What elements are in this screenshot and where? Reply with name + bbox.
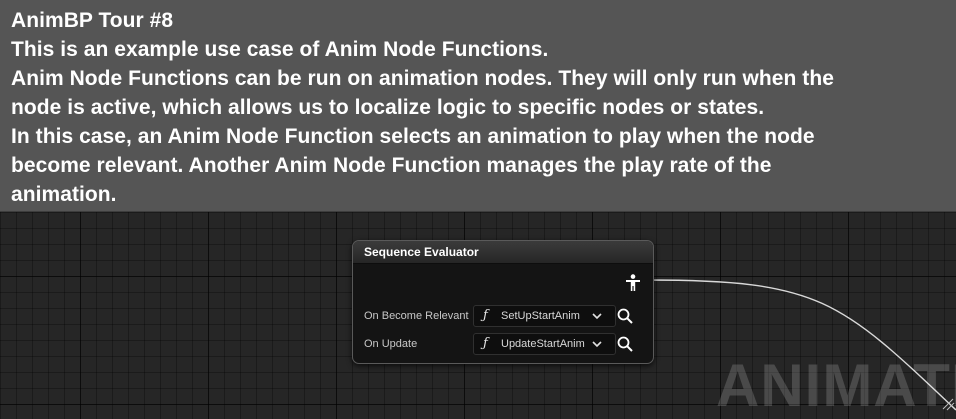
on-become-relevant-row: On Become Relevant ƒ SetUpStartAnim — [353, 305, 653, 329]
search-icon[interactable] — [616, 307, 634, 325]
on-update-label: On Update — [364, 338, 418, 350]
chevron-down-icon[interactable] — [591, 310, 603, 322]
comment-line: node is active, which allows us to local… — [11, 96, 765, 119]
comment-title: AnimBP Tour #8 — [11, 9, 174, 32]
comment-line: Anim Node Functions can be run on animat… — [11, 67, 834, 90]
comment-line: animation. — [11, 183, 117, 206]
function-name: UpdateStartAnim — [501, 338, 585, 350]
sequence-evaluator-node[interactable]: Sequence Evaluator On Become Relevant ƒ … — [352, 240, 654, 364]
node-title[interactable]: Sequence Evaluator — [353, 241, 653, 264]
comment-box[interactable]: AnimBP Tour #8 This is an example use ca… — [0, 0, 956, 212]
function-icon: ƒ — [483, 336, 488, 351]
function-icon: ƒ — [483, 308, 488, 323]
person-pose-icon[interactable] — [625, 274, 641, 292]
comment-line: This is an example use case of Anim Node… — [11, 38, 549, 61]
comment-line: become relevant. Another Anim Node Funct… — [11, 154, 772, 177]
on-update-row: On Update ƒ UpdateStartAnim — [353, 333, 653, 357]
on-become-relevant-function-dropdown[interactable]: ƒ SetUpStartAnim — [473, 305, 616, 327]
on-update-function-dropdown[interactable]: ƒ UpdateStartAnim — [473, 333, 616, 355]
graph-watermark: ANIMATIC — [716, 352, 956, 419]
comment-line: In this case, an Anim Node Function sele… — [11, 125, 815, 148]
function-name: SetUpStartAnim — [501, 310, 580, 322]
search-icon[interactable] — [616, 335, 634, 353]
on-become-relevant-label: On Become Relevant — [364, 310, 469, 322]
chevron-down-icon[interactable] — [591, 338, 603, 350]
